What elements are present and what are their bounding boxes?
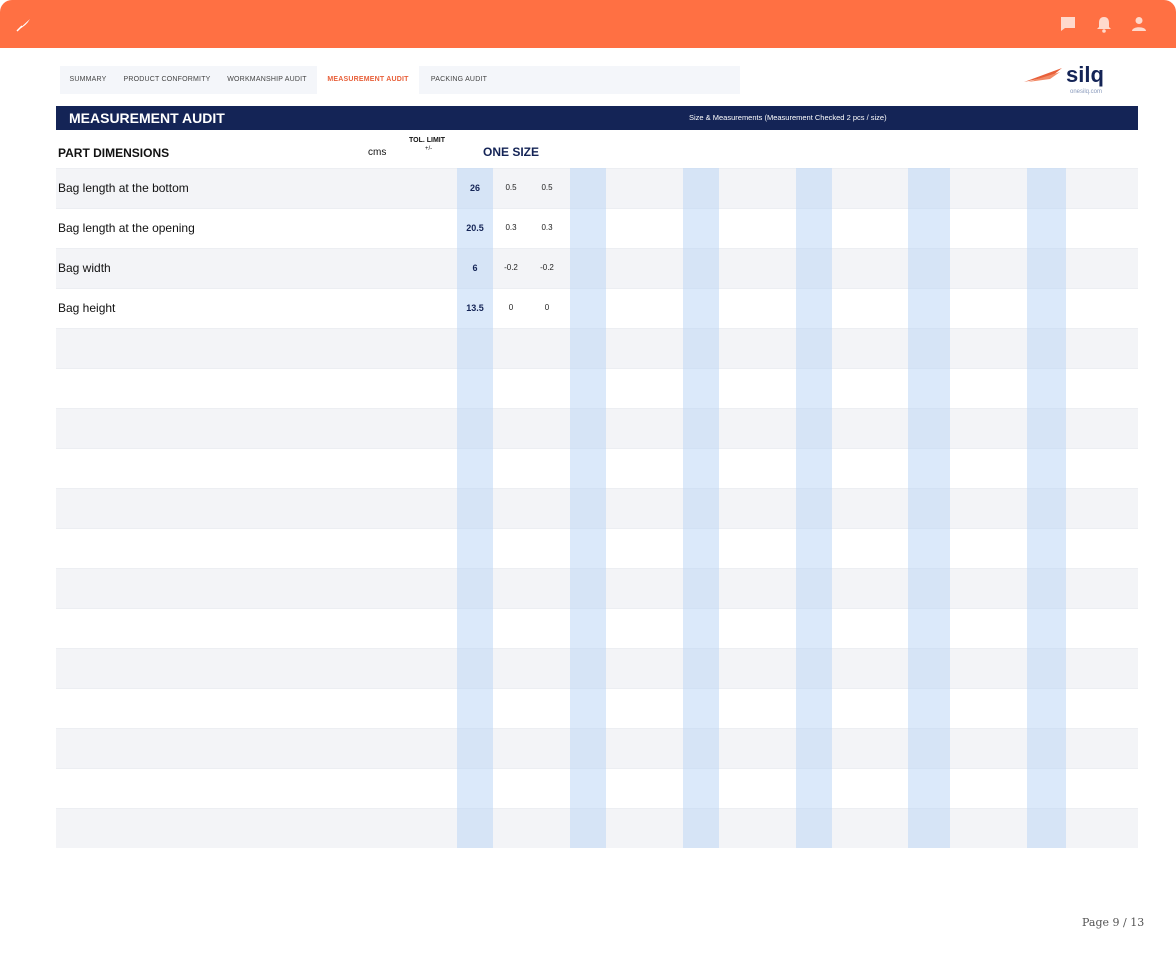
part-name: Bag width [58, 261, 111, 275]
size-value: 6 [472, 263, 478, 273]
chat-icon[interactable] [1058, 14, 1078, 34]
svg-text:silq: silq [1066, 62, 1104, 87]
sample-column [796, 168, 832, 848]
bell-icon[interactable] [1094, 14, 1114, 34]
tol-minus: 0.5 [541, 183, 553, 192]
sample-column [570, 168, 606, 848]
tab-product-conformity[interactable]: PRODUCT CONFORMITY [116, 66, 218, 94]
tol-sign-header: +/- [425, 146, 433, 152]
part-name: Bag height [58, 301, 116, 315]
section-subtitle: Size & Measurements (Measurement Checked… [689, 113, 887, 122]
table-header: PART DIMENSIONS cms TOL. LIMIT +/- ONE S… [56, 136, 1138, 166]
sample-column [1027, 168, 1066, 848]
tol-plus: 0 [508, 303, 514, 312]
section-banner: MEASUREMENT AUDIT Size & Measurements (M… [56, 106, 1138, 130]
top-bar [0, 0, 1176, 48]
silq-logo: silq onesilq.com [1022, 60, 1122, 96]
tol-plus: 0.3 [505, 223, 517, 232]
tol-limit-header: TOL. LIMIT [409, 137, 446, 144]
user-icon[interactable] [1129, 14, 1149, 34]
size-value: 26 [469, 183, 480, 193]
tab-summary[interactable]: SUMMARY [60, 66, 116, 94]
report-tabs: SUMMARY PRODUCT CONFORMITY WORKMANSHIP A… [60, 66, 740, 94]
measurement-table: Bag length at the bottom 26 0.5 0.5 Bag … [56, 168, 1138, 848]
part-dimensions-header: PART DIMENSIONS [58, 146, 170, 160]
tol-minus: -0.2 [540, 263, 554, 272]
tol-plus: -0.2 [504, 263, 518, 272]
sample-column [908, 168, 950, 848]
part-name: Bag length at the opening [58, 221, 195, 235]
page-number: Page 9 / 13 [1082, 916, 1145, 929]
size-header: ONE SIZE [483, 145, 540, 159]
tab-measurement-audit[interactable]: MEASUREMENT AUDIT [317, 66, 419, 94]
tol-minus: 0 [544, 303, 550, 312]
part-name: Bag length at the bottom [58, 181, 189, 195]
tol-minus: 0.3 [541, 223, 553, 232]
tab-packing-audit[interactable]: PACKING AUDIT [420, 66, 498, 94]
tab-workmanship-audit[interactable]: WORKMANSHIP AUDIT [218, 66, 316, 94]
feather-logo-icon[interactable] [16, 16, 32, 37]
svg-text:onesilq.com: onesilq.com [1070, 89, 1102, 95]
tol-plus: 0.5 [505, 183, 517, 192]
size-value: 13.5 [466, 303, 484, 313]
section-title: MEASUREMENT AUDIT [69, 110, 225, 126]
size-value: 20.5 [466, 223, 484, 233]
unit-header: cms [368, 147, 387, 158]
sample-column [683, 168, 719, 848]
